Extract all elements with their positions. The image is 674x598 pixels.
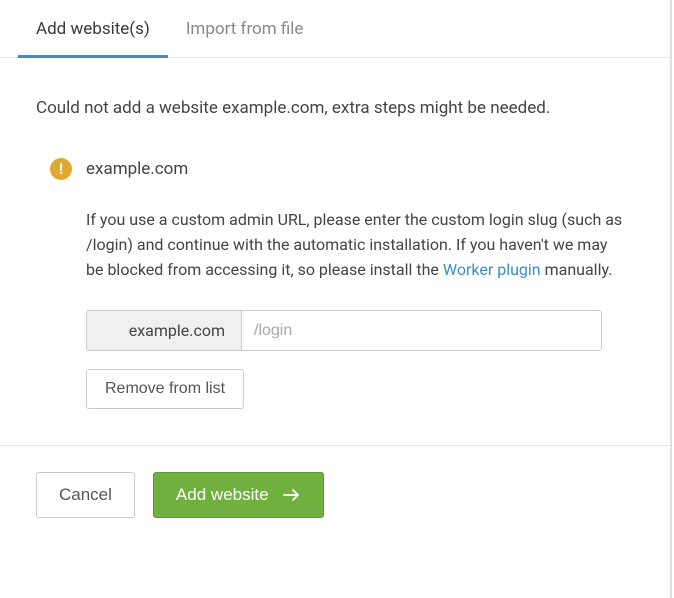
worker-plugin-link[interactable]: Worker plugin: [443, 260, 541, 279]
add-website-label: Add website: [176, 485, 269, 505]
site-name: example.com: [86, 159, 188, 179]
tab-import-from-file[interactable]: Import from file: [168, 1, 322, 58]
arrow-right-icon: [283, 488, 301, 502]
remove-from-list-button[interactable]: Remove from list: [86, 369, 244, 409]
login-slug-input-group: example.com: [86, 310, 602, 351]
description-text-2: manually.: [541, 260, 613, 279]
add-website-button[interactable]: Add website: [153, 472, 324, 518]
error-message: Could not add a website example.com, ext…: [36, 98, 634, 118]
site-description: If you use a custom admin URL, please en…: [86, 208, 624, 282]
site-header: ! example.com: [50, 158, 634, 180]
site-block: ! example.com If you use a custom admin …: [36, 158, 634, 409]
alert-icon: !: [50, 158, 72, 180]
cancel-button[interactable]: Cancel: [36, 472, 135, 518]
tabs: Add website(s) Import from file: [0, 0, 670, 58]
login-slug-input[interactable]: [242, 311, 601, 350]
tab-add-websites[interactable]: Add website(s): [18, 1, 168, 58]
footer-actions: Cancel Add website: [0, 445, 670, 544]
site-body: If you use a custom admin URL, please en…: [50, 208, 634, 409]
content-area: Could not add a website example.com, ext…: [0, 58, 670, 409]
input-prefix-domain: example.com: [87, 311, 242, 350]
